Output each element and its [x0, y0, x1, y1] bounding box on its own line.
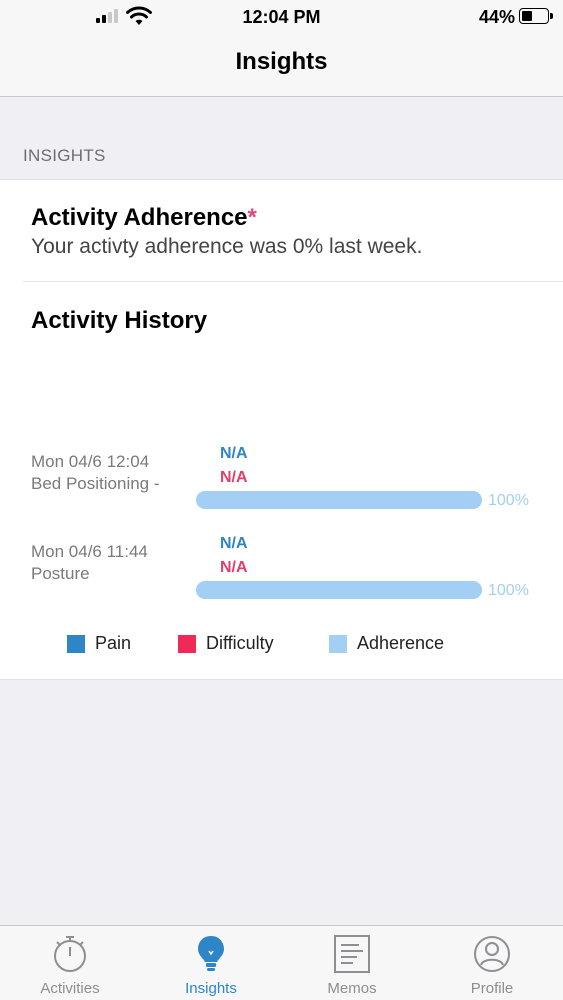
pain-value: N/A [220, 445, 248, 462]
battery-percentage: 44% [478, 7, 515, 27]
adherence-bar-fill [196, 491, 482, 509]
chart-legend: Pain Difficulty Adherence [0, 633, 563, 657]
history-row[interactable]: Mon 04/6 11:44 Posture N/A N/A 100% [0, 535, 563, 615]
memo-icon [334, 935, 370, 973]
adherence-swatch [329, 634, 347, 653]
tab-insights[interactable]: Insights [141, 926, 281, 1000]
tab-profile[interactable]: Profile [422, 926, 562, 1000]
adherence-bar-fill [196, 581, 482, 599]
row-date: Mon 04/6 12:04 [31, 452, 150, 471]
adherence-bar [196, 581, 482, 599]
stopwatch-icon [54, 936, 86, 972]
row-activity-name: Bed Positioning - [31, 474, 160, 493]
navigation-bar: Insights [0, 34, 563, 97]
legend-item-pain: Pain [67, 633, 131, 654]
adherence-percent: 100% [488, 492, 529, 509]
legend-item-adherence: Adherence [329, 633, 444, 654]
status-bar: 12:04 PM 44% [0, 0, 563, 34]
history-row[interactable]: Mon 04/6 12:04 Bed Positioning - N/A N/A… [0, 445, 563, 525]
pain-swatch [67, 634, 85, 653]
row-activity-name: Posture [31, 564, 90, 583]
adherence-title-text: Activity Adherence [31, 204, 248, 231]
tab-memos[interactable]: Memos [282, 926, 422, 1000]
difficulty-value: N/A [220, 559, 248, 576]
adherence-bar [196, 491, 482, 509]
legend-label: Pain [95, 633, 132, 653]
battery-icon [519, 8, 553, 24]
tab-activities[interactable]: Activities [0, 926, 140, 1000]
profile-icon [474, 936, 510, 972]
legend-item-difficulty: Difficulty [178, 633, 274, 654]
tab-label: Profile [470, 980, 514, 997]
history-title: Activity History [31, 307, 208, 334]
legend-label: Difficulty [206, 633, 274, 653]
pain-value: N/A [220, 535, 248, 552]
insights-card: Activity Adherence* Your activty adheren… [0, 179, 563, 680]
tab-label: Memos [327, 980, 377, 997]
adherence-percent: 100% [488, 582, 529, 599]
divider [23, 281, 563, 282]
section-header: INSIGHTS [23, 146, 106, 165]
difficulty-value: N/A [220, 469, 248, 486]
difficulty-swatch [178, 634, 196, 653]
page-title: Insights [235, 48, 328, 75]
tab-label: Activities [40, 980, 100, 997]
tab-bar: Activities Insights Memos Profile [0, 925, 563, 1000]
legend-label: Adherence [357, 633, 445, 653]
lightbulb-icon [198, 936, 224, 971]
tab-label: Insights [185, 980, 237, 997]
adherence-description: Your activty adherence was 0% last week. [31, 235, 423, 258]
adherence-title[interactable]: Activity Adherence* [31, 204, 257, 232]
row-date: Mon 04/6 11:44 [31, 542, 148, 561]
asterisk-icon: * [247, 204, 257, 231]
